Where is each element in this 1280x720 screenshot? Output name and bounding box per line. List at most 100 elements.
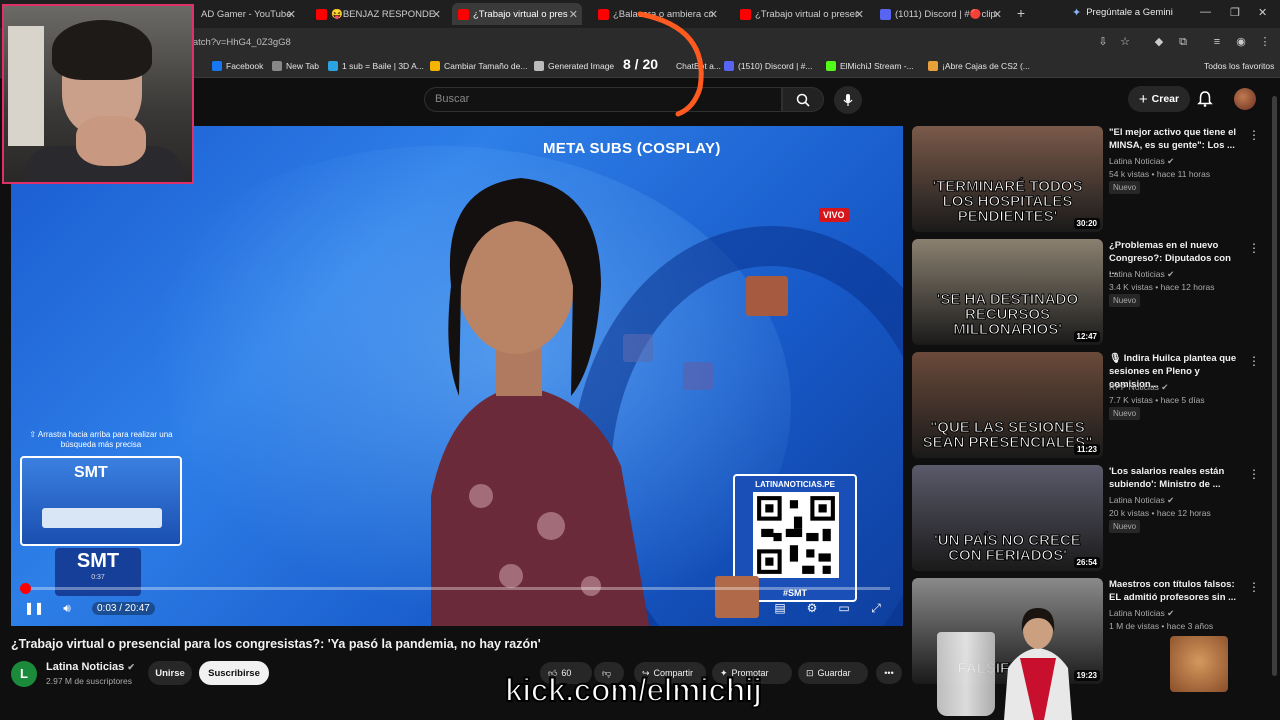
- progress-bar[interactable]: [20, 583, 890, 594]
- recommended-video[interactable]: 'SE HA DESTINADO RECURSOS MILLONARIOS' 12…: [912, 239, 1274, 347]
- subscribe-button[interactable]: Suscribirse: [199, 661, 269, 685]
- recommended-channel[interactable]: Latina Noticias ✔: [1109, 608, 1174, 619]
- gemini-button[interactable]: ✦ Pregúntale a Gemini: [1072, 6, 1173, 19]
- join-button[interactable]: Unirse: [148, 661, 192, 685]
- tab-label: (1011) Discord | #🔴clips: [895, 8, 997, 20]
- bookmark-item[interactable]: ElMichiJ Stream -...: [826, 61, 914, 71]
- tab-close-icon[interactable]: ✕: [855, 8, 864, 21]
- recommended-title[interactable]: Maestros con títulos falsos: EL admitió …: [1109, 578, 1241, 604]
- sidebar-scrollbar[interactable]: [1272, 96, 1277, 676]
- voice-search-button[interactable]: [834, 86, 862, 114]
- recommended-channel-text: Latina Noticias: [1109, 269, 1165, 279]
- qr-label: LATINANOTICIAS.PE: [755, 480, 835, 489]
- smt-logo-text: SMT: [76, 550, 120, 572]
- more-options-icon[interactable]: ⋮: [1248, 354, 1260, 368]
- more-options-icon[interactable]: ⋮: [1248, 241, 1260, 255]
- media-icon[interactable]: ≡: [1210, 35, 1224, 49]
- channel-name[interactable]: Latina Noticias ✔: [46, 661, 135, 673]
- url-text[interactable]: watch?v=HhG4_0Z3gG8: [186, 37, 291, 48]
- more-options-icon[interactable]: ⋮: [1248, 580, 1260, 594]
- drag-search-hint: ⇧ Arrastra hacia arriba para realizar un…: [29, 430, 173, 449]
- save-label: Guardar: [817, 668, 851, 678]
- search-button[interactable]: [782, 87, 824, 112]
- recommended-title[interactable]: "El mejor activo que tiene el MINSA, es …: [1109, 126, 1241, 152]
- gemini-icon: ✦: [1072, 7, 1082, 19]
- bookmark-item[interactable]: Facebook: [212, 61, 263, 71]
- fullscreen-icon[interactable]: ⤢: [867, 600, 885, 616]
- video-player[interactable]: META SUBS (COSPLAY) VIVO LATINANOTICIAS.…: [11, 126, 903, 626]
- channel-name-text: Latina Noticias: [46, 661, 125, 673]
- verified-icon: ✔: [1167, 608, 1175, 618]
- more-options-icon[interactable]: ⋮: [1248, 467, 1260, 481]
- new-tab-button[interactable]: +: [1013, 5, 1029, 21]
- browser-tab[interactable]: (1011) Discord | #🔴clips ✕: [874, 3, 1006, 25]
- bookmark-label: Todos los favoritos: [1204, 61, 1275, 71]
- minimize-icon[interactable]: —: [1200, 6, 1211, 18]
- bookmark-item[interactable]: Generated Image: [534, 61, 614, 71]
- recommended-thumbnail[interactable]: "QUE LAS SESIONES SEAN PRESENCIALES" 11:2…: [912, 352, 1103, 458]
- bookmark-item[interactable]: (1510) Discord | #...: [724, 61, 813, 71]
- recommended-thumbnail[interactable]: 'UN PAÍS NO CRECE CON FERIADOS' 26:54: [912, 465, 1103, 571]
- puzzle-icon[interactable]: ⧉: [1176, 35, 1190, 49]
- channel-avatar[interactable]: L: [11, 661, 37, 687]
- create-button[interactable]: + Crear: [1128, 86, 1190, 112]
- bookmark-item[interactable]: Todos los favoritos: [1190, 61, 1274, 71]
- close-window-icon[interactable]: ✕: [1258, 6, 1267, 19]
- bookmark-favicon-icon: [534, 61, 544, 71]
- recommended-thumbnail[interactable]: 'TERMINARÉ TODOS LOS HOSPITALES PENDIENT…: [912, 126, 1103, 232]
- tab-label: ¿Trabajo virtual o presenci: [755, 8, 859, 20]
- bookmark-favicon-icon: [928, 61, 938, 71]
- recommended-channel[interactable]: Latina Noticias ✔: [1109, 495, 1174, 506]
- browser-tab[interactable]: AD Gamer - YouTube ✕: [180, 3, 300, 25]
- bookmark-label: ¡Abre Cajas de CS2 (...: [942, 61, 1030, 71]
- recommended-video[interactable]: 'UN PAÍS NO CRECE CON FERIADOS' 26:54 'Los…: [912, 465, 1274, 573]
- bookmark-item[interactable]: New Tab: [272, 61, 319, 71]
- recommended-channel[interactable]: RPP Noticias ✔: [1109, 382, 1168, 393]
- browser-tab[interactable]: ¿Trabajo virtual o pres ✕: [452, 3, 582, 25]
- webcam-background-shelf: [8, 26, 44, 146]
- more-options-icon[interactable]: ⋮: [1248, 128, 1260, 142]
- save-button[interactable]: ⊡ Guardar: [798, 662, 868, 684]
- thumbnail-caption: 'UN PAÍS NO CRECE CON FERIADOS': [934, 532, 1082, 564]
- search-input[interactable]: Buscar: [424, 87, 782, 112]
- recommended-thumbnail[interactable]: 'SE HA DESTINADO RECURSOS MILLONARIOS' 12…: [912, 239, 1103, 345]
- maximize-icon[interactable]: ❐: [1230, 6, 1240, 19]
- theater-mode-icon[interactable]: ▭: [835, 600, 853, 616]
- progress-handle[interactable]: [20, 583, 31, 594]
- thumbnail-caption: 'TERMINARÉ TODOS LOS HOSPITALES PENDIENT…: [932, 178, 1083, 225]
- bookmark-item[interactable]: Cambiar Tamaño de...: [430, 61, 527, 71]
- webcam-streamer-hair: [52, 20, 152, 80]
- bookmark-icon: ⊡: [806, 667, 814, 678]
- account-avatar[interactable]: [1234, 88, 1256, 110]
- video-duration: 30:20: [1073, 218, 1100, 229]
- browser-tab[interactable]: ¿Trabajo virtual o presenci ✕: [734, 3, 868, 25]
- profile-icon[interactable]: ◉: [1234, 35, 1248, 49]
- bookmark-star-icon[interactable]: ☆: [1118, 35, 1132, 49]
- more-actions-button[interactable]: •••: [876, 662, 902, 684]
- video-duration: 19:23: [1073, 670, 1100, 681]
- recommended-video[interactable]: "QUE LAS SESIONES SEAN PRESENCIALES" 11:2…: [912, 352, 1274, 460]
- recommended-channel[interactable]: Latina Noticias ✔: [1109, 269, 1174, 280]
- menu-icon[interactable]: ⋮: [1258, 35, 1272, 49]
- settings-gear-icon[interactable]: ⚙: [803, 600, 821, 616]
- install-app-icon[interactable]: ⇩: [1096, 35, 1110, 49]
- notifications-bell-icon[interactable]: [1196, 90, 1214, 108]
- pause-icon[interactable]: ❚❚: [24, 600, 44, 616]
- tab-close-icon[interactable]: ✕: [569, 8, 578, 21]
- subtitles-icon[interactable]: ▤: [771, 600, 789, 616]
- bookmark-favicon-icon: [1190, 61, 1200, 71]
- tab-close-icon[interactable]: ✕: [993, 8, 1002, 21]
- bookmark-item[interactable]: 1 sub = Baile | 3D A...: [328, 61, 424, 71]
- recommended-video[interactable]: 'TERMINARÉ TODOS LOS HOSPITALES PENDIENT…: [912, 126, 1274, 234]
- recommended-channel[interactable]: Latina Noticias ✔: [1109, 156, 1174, 167]
- volume-icon[interactable]: 🔊︎: [58, 600, 76, 616]
- subscriber-count: 2.97 M de suscriptores: [46, 676, 132, 686]
- recommended-meta: 3.4 K vistas • hace 12 horas: [1109, 282, 1215, 292]
- bookmark-item[interactable]: ¡Abre Cajas de CS2 (...: [928, 61, 1030, 71]
- browser-tab[interactable]: 😝BENJAZ RESPONDE AL✕: [310, 3, 445, 25]
- tab-close-icon[interactable]: ✕: [287, 8, 296, 21]
- extension-icon[interactable]: ◆: [1152, 35, 1166, 49]
- recommended-title[interactable]: 'Los salarios reales están subiendo': Mi…: [1109, 465, 1241, 491]
- more-icon: •••: [884, 668, 894, 678]
- tab-close-icon[interactable]: ✕: [432, 8, 441, 21]
